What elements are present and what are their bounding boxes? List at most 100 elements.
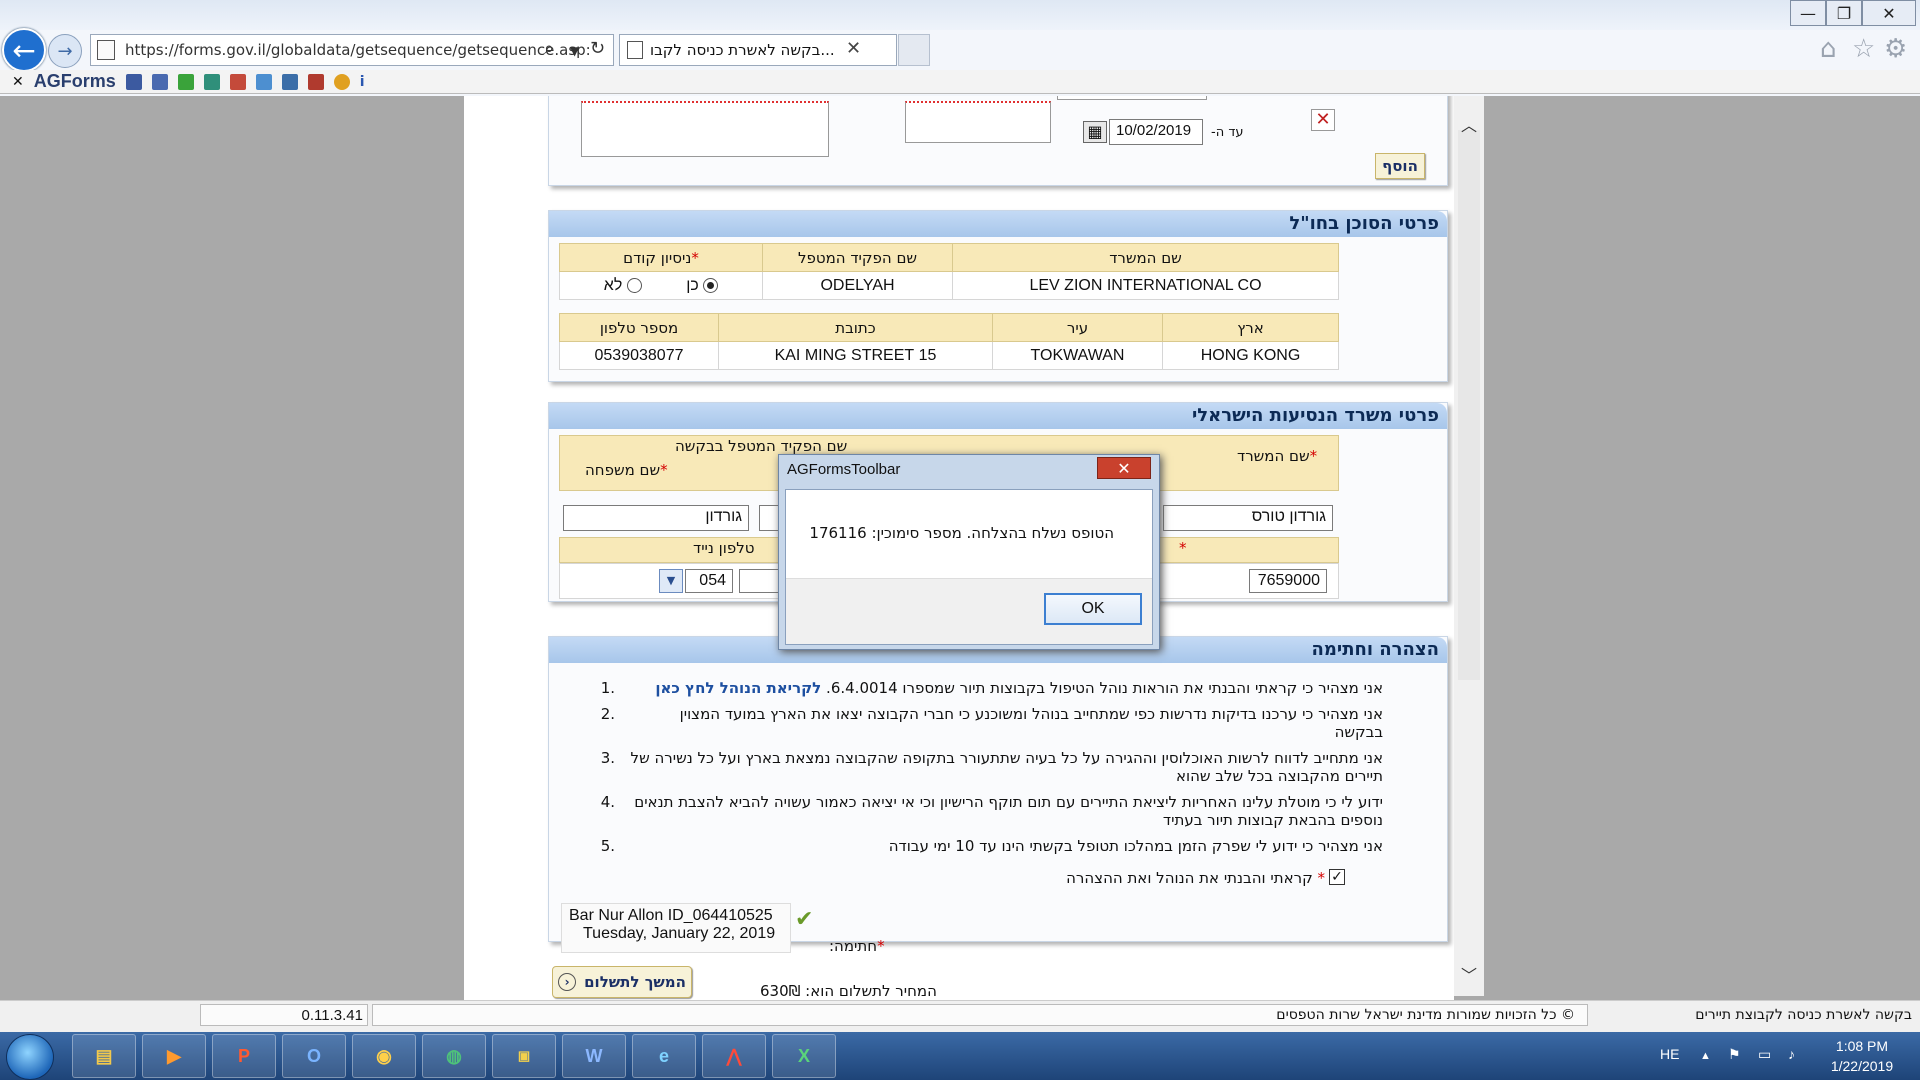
refresh-icon[interactable]: ↻ xyxy=(590,38,605,59)
copyright-label: © כל הזכויות שמורות מדינת ישראל שרות הטפ… xyxy=(372,1004,1588,1026)
taskbar-powerpoint-icon[interactable]: P xyxy=(212,1034,276,1078)
dates-card: ▦ 10/02/2019 עד ה- ✕ הוסף xyxy=(548,96,1448,186)
phone-required-mark: * xyxy=(1179,539,1187,557)
volume-icon[interactable]: ♪ xyxy=(1788,1046,1795,1062)
start-button[interactable] xyxy=(6,1034,54,1080)
agent-office-value: LEV ZION INTERNATIONAL CO xyxy=(952,271,1339,300)
agent-table-1: שם המשרד שם הפקיד המטפל *ניסיון קודם LEV… xyxy=(559,243,1339,300)
agforms-toolbar: ✕ AGForms i xyxy=(0,70,1920,94)
form-icon[interactable] xyxy=(203,73,220,90)
taskbar-explorer-icon[interactable]: ▤ xyxy=(72,1034,136,1078)
tab-close-icon[interactable]: ✕ xyxy=(846,38,861,59)
favorites-star-icon[interactable]: ☆ xyxy=(1852,34,1875,64)
office-name-input[interactable]: גורדון טורס xyxy=(1163,505,1333,531)
continue-to-payment-button[interactable]: המשך לתשלום ‹ xyxy=(552,966,692,998)
search-icon[interactable]: ⌕ xyxy=(544,38,554,59)
dialog-title: AGFormsToolbar xyxy=(787,461,901,478)
print-icon[interactable] xyxy=(151,73,168,90)
scrollbar-thumb[interactable] xyxy=(1458,130,1480,680)
signature-label: *חתימה: xyxy=(829,937,885,955)
notes-field-1[interactable] xyxy=(581,101,829,157)
title-strip xyxy=(0,0,1920,30)
taskbar-globe-icon[interactable]: ◍ xyxy=(422,1034,486,1078)
taskbar-chrome-icon[interactable]: ◉ xyxy=(352,1034,416,1078)
read-procedure-link[interactable]: לקריאת הנוהל לחץ כאן xyxy=(655,679,821,697)
new-tab-button[interactable] xyxy=(898,34,930,66)
radio-no[interactable] xyxy=(626,277,642,293)
declaration-item: 3. אני מתחייב לדווח לרשות האוכלוסין וההגי… xyxy=(600,749,1383,785)
header-office: שם המשרד xyxy=(952,243,1339,272)
taskbar-word-icon[interactable]: W xyxy=(562,1034,626,1078)
agent-country-value: HONG KONG xyxy=(1162,341,1339,370)
agent-clerk-value: ODELYAH xyxy=(762,271,953,300)
info-icon[interactable]: i xyxy=(360,74,365,90)
declaration-item: 5. אני מצהיר כי ידוע לי שפרק הזמן במהלכו … xyxy=(600,837,1383,855)
lastname-input[interactable]: גורדון xyxy=(563,505,749,531)
header-country: ארץ xyxy=(1162,313,1339,342)
settings-gear-icon[interactable]: ⚙ xyxy=(1884,34,1907,64)
flag-icon[interactable]: ⚑ xyxy=(1728,1046,1741,1063)
save-icon[interactable] xyxy=(125,73,142,90)
header-phone: מספר טלפון xyxy=(559,313,719,342)
eraser-icon[interactable] xyxy=(255,73,272,90)
dialog-body: הטופס נשלח בהצלחה. מספר סימוכין: 176116 … xyxy=(785,489,1153,645)
tab-title: בקשה לאשרת כניסה לקבו... xyxy=(650,41,835,59)
mobile-prefix-dropdown-icon[interactable]: ▼ xyxy=(659,569,683,593)
prev-experience-radios: כן לא xyxy=(559,271,763,300)
clerk-group-label: שם הפקיד המטפל בבקשה xyxy=(675,437,848,455)
mobile-prefix-input[interactable]: 054 xyxy=(685,569,733,593)
agent-city-value: TOKWAWAN xyxy=(992,341,1163,370)
toolbar-close-icon[interactable]: ✕ xyxy=(12,74,24,90)
restore-button[interactable]: ❐ xyxy=(1826,0,1862,26)
home-icon[interactable]: ⌂ xyxy=(1820,34,1837,64)
forward-button[interactable]: → xyxy=(48,34,82,68)
agree-checkbox[interactable]: ✓ xyxy=(1329,869,1345,885)
url-text: https://forms.gov.il/globaldata/getseque… xyxy=(125,41,591,59)
check-icon[interactable] xyxy=(177,73,194,90)
from-date-field[interactable] xyxy=(1057,96,1207,100)
taskbar-media-icon[interactable]: ▶ xyxy=(142,1034,206,1078)
taskbar-outlook-icon[interactable]: O xyxy=(282,1034,346,1078)
doc-icon[interactable] xyxy=(229,73,246,90)
header-clerk: שם הפקיד המטפל xyxy=(762,243,953,272)
tray-expand-icon[interactable]: ▲ xyxy=(1700,1050,1711,1062)
version-label: 0.11.3.41 xyxy=(200,1004,368,1026)
seal-icon[interactable] xyxy=(333,73,350,90)
notes-field-2[interactable] xyxy=(905,101,1051,143)
taskbar-ie-icon[interactable]: e xyxy=(632,1034,696,1078)
radio-no-label: לא xyxy=(603,276,623,294)
taskbar-excel-icon[interactable]: X xyxy=(772,1034,836,1078)
taskbar-acrobat-icon[interactable]: ⋀ xyxy=(702,1034,766,1078)
network-icon[interactable]: ▭ xyxy=(1758,1046,1771,1063)
add-button[interactable]: הוסף xyxy=(1375,153,1425,179)
radio-yes-label: כן xyxy=(686,276,699,294)
address-bar[interactable]: https://forms.gov.il/globaldata/getseque… xyxy=(90,34,614,66)
taskbar-files-icon[interactable]: ▣ xyxy=(492,1034,556,1078)
tab-page-icon xyxy=(627,41,643,59)
scroll-down-icon[interactable]: ﹀ xyxy=(1461,962,1477,986)
back-button[interactable]: ← xyxy=(2,28,46,72)
close-window-button[interactable]: ✕ xyxy=(1862,0,1916,26)
language-indicator[interactable]: HE xyxy=(1660,1046,1679,1062)
upload-icon[interactable] xyxy=(281,73,298,90)
israeli-office-title: פרטי משרד הנסיעות הישראלי xyxy=(549,403,1447,429)
message-dialog: AGFormsToolbar ✕ הטופס נשלח בהצלחה. מספר… xyxy=(778,454,1160,650)
scroll-up-icon[interactable]: ︿ xyxy=(1461,112,1477,136)
calendar-icon[interactable]: ▦ xyxy=(1083,121,1107,143)
office-name-label: *שם המשרד xyxy=(1237,447,1318,465)
dropdown-arrow-icon[interactable]: ▼ xyxy=(570,44,579,58)
dialog-close-button[interactable]: ✕ xyxy=(1097,457,1151,479)
declaration-card: הצהרה וחתימה 1. אני מצהיר כי קראתי והבנתי… xyxy=(548,636,1448,955)
radio-yes[interactable] xyxy=(703,277,719,293)
phone-number-input[interactable]: 7659000 xyxy=(1249,569,1327,593)
remove-row-icon[interactable]: ✕ xyxy=(1311,109,1335,131)
dialog-ok-button[interactable]: OK xyxy=(1044,593,1142,625)
mobile-number-input[interactable] xyxy=(739,569,779,593)
clock[interactable]: 1:08 PM 1/22/2019 xyxy=(1816,1036,1908,1076)
stamp-icon[interactable] xyxy=(307,73,324,90)
signer-name: Bar Nur Allon ID_064410525 xyxy=(569,907,773,924)
until-date-field[interactable]: 10/02/2019 xyxy=(1109,119,1203,145)
minimize-button[interactable]: — xyxy=(1790,0,1826,26)
dialog-message: הטופס נשלח בהצלחה. מספר סימוכין: 176116 xyxy=(809,524,1114,542)
lastname-label: *שם משפחה xyxy=(585,461,668,479)
